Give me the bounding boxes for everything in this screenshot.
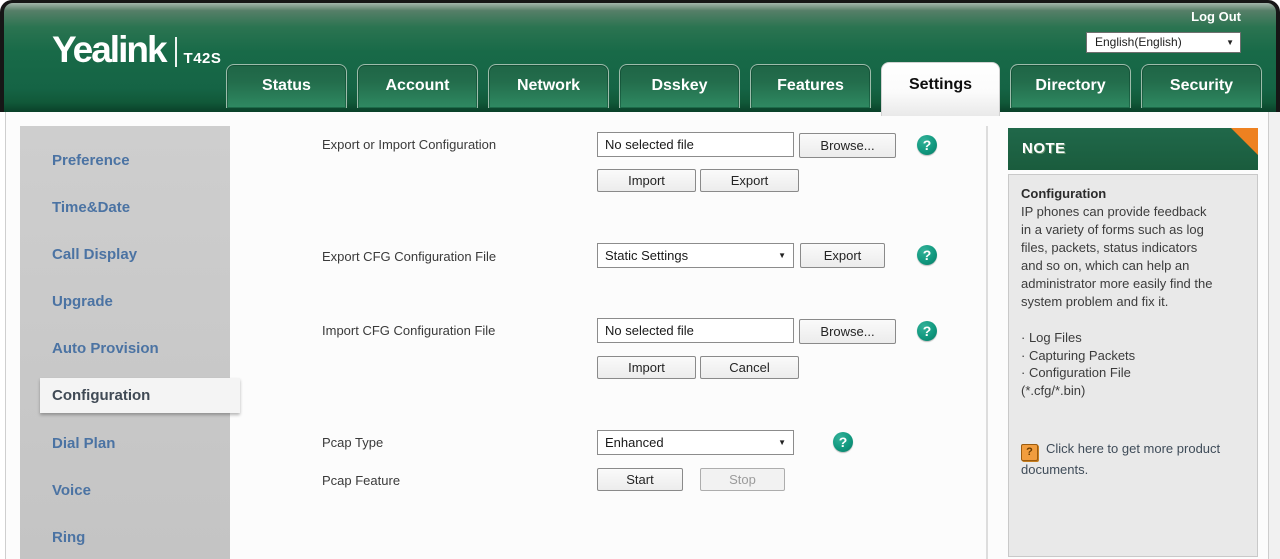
tab-status[interactable]: Status [226,64,347,108]
sidebar-item-time-date[interactable]: Time&Date [52,199,130,219]
sidebar-item-auto-provision[interactable]: Auto Provision [52,340,159,360]
settings-sidebar: Preference Time&Date Call Display Upgrad… [20,126,230,559]
export-import-browse-button[interactable]: Browse... [799,133,896,158]
chevron-down-icon: ▼ [778,438,786,447]
pcap-type-select[interactable]: Enhanced ▼ [597,430,794,455]
folded-corner-icon [1231,128,1258,155]
tab-dsskey[interactable]: Dsskey [619,64,740,108]
note-panel-header: NOTE [1008,128,1258,170]
header: Yealink T42S Log Out English(English) ▼ … [0,0,1280,112]
note-panel: NOTE Configuration IP phones can provide… [1008,128,1258,557]
note-bullet-list: · Log Files · Capturing Packets · Config… [1021,329,1245,401]
pcap-stop-button[interactable]: Stop [700,468,785,491]
note-heading: Configuration [1021,185,1245,203]
page-left-border [5,112,6,559]
product-documents-text: Click here to get more product documents… [1021,441,1220,477]
export-cfg-selected-value: Static Settings [605,248,688,263]
export-import-file-value: No selected file [605,137,694,152]
import-cfg-file-field[interactable]: No selected file [597,318,794,343]
import-cfg-browse-button[interactable]: Browse... [799,319,896,344]
note-title: NOTE [1008,128,1258,170]
export-cfg-select[interactable]: Static Settings ▼ [597,243,794,268]
tab-network[interactable]: Network [488,64,609,108]
main-tab-bar: Status Account Network Dsskey Features S… [226,62,1262,116]
export-cfg-label: Export CFG Configuration File [322,249,496,264]
chevron-down-icon: ▼ [1226,38,1234,48]
import-cfg-label: Import CFG Configuration File [322,323,495,338]
document-help-icon: ? [1021,444,1038,461]
logo-divider [175,37,177,67]
pcap-type-help-icon[interactable]: ? [833,432,853,452]
header-background: Yealink T42S Log Out English(English) ▼ … [4,3,1276,112]
logo-text: Yealink [52,31,166,68]
pcap-type-selected-value: Enhanced [605,435,664,450]
language-select[interactable]: English(English) ▼ [1086,32,1241,53]
note-paragraph: IP phones can provide feedback in a vari… [1021,203,1245,311]
import-cfg-cancel-button[interactable]: Cancel [700,356,799,379]
sidebar-item-upgrade[interactable]: Upgrade [52,293,113,313]
content-note-divider [986,126,988,559]
pcap-type-label: Pcap Type [322,435,383,450]
sidebar-item-dial-plan[interactable]: Dial Plan [52,435,115,455]
sidebar-item-voice[interactable]: Voice [52,482,91,502]
sidebar-item-configuration[interactable]: Configuration [52,387,150,407]
language-selected-value: English(English) [1095,35,1182,49]
export-cfg-help-icon[interactable]: ? [917,245,937,265]
export-import-configuration-label: Export or Import Configuration [322,137,496,152]
sidebar-item-preference[interactable]: Preference [52,152,130,172]
pcap-start-button[interactable]: Start [597,468,683,491]
tab-account[interactable]: Account [357,64,478,108]
tab-settings[interactable]: Settings [881,62,1000,116]
import-cfg-help-icon[interactable]: ? [917,321,937,341]
log-out-link[interactable]: Log Out [1191,9,1241,24]
sidebar-item-call-display[interactable]: Call Display [52,246,137,266]
phone-model-label: T42S [184,50,222,67]
import-cfg-import-button[interactable]: Import [597,356,696,379]
export-import-help-icon[interactable]: ? [917,135,937,155]
tab-security[interactable]: Security [1141,64,1262,108]
pcap-feature-label: Pcap Feature [322,473,400,488]
tab-features[interactable]: Features [750,64,871,108]
product-documents-link[interactable]: ?Click here to get more product document… [1021,440,1245,479]
configuration-import-button[interactable]: Import [597,169,696,192]
export-cfg-export-button[interactable]: Export [800,243,885,268]
import-cfg-file-value: No selected file [605,323,694,338]
chevron-down-icon: ▼ [778,251,786,260]
note-panel-body: Configuration IP phones can provide feed… [1008,174,1258,557]
yealink-logo: Yealink T42S [52,31,221,68]
export-import-file-field[interactable]: No selected file [597,132,794,157]
configuration-export-button[interactable]: Export [700,169,799,192]
tab-directory[interactable]: Directory [1010,64,1131,108]
vertical-scrollbar[interactable] [1268,112,1280,559]
sidebar-item-ring[interactable]: Ring [52,529,85,549]
